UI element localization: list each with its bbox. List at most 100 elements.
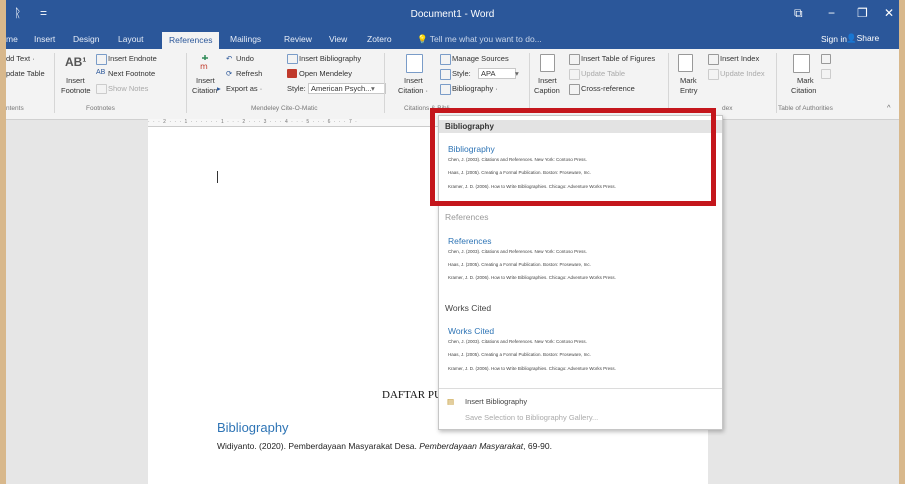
insert-table-of-figures-button[interactable]: Insert Table of Figures xyxy=(581,54,655,63)
ribbon-display-options-icon[interactable]: ⧉ xyxy=(794,6,803,21)
gallery-item-label: Works Cited xyxy=(445,303,492,313)
citation-style-label: Style: xyxy=(452,69,471,78)
add-text-button[interactable]: dd Text · xyxy=(6,54,35,63)
mark-citation-label-2[interactable]: Citation xyxy=(791,86,816,95)
document-bibliography-heading: Bibliography xyxy=(217,420,289,435)
mark-citation-icon xyxy=(793,54,810,73)
group-label-toc: ntents xyxy=(6,105,24,112)
gallery-item-line: Haas, J. (2005). Creating a Formal Publi… xyxy=(448,262,591,267)
insert-endnote-button[interactable]: Insert Endnote xyxy=(108,54,157,63)
mark-entry-icon xyxy=(678,54,693,72)
collapse-ribbon-icon[interactable]: ^ xyxy=(887,103,891,112)
cross-reference-button[interactable]: Cross-reference xyxy=(581,84,635,93)
tab-review[interactable]: Review xyxy=(284,34,312,44)
tab-zotero[interactable]: Zotero xyxy=(367,34,392,44)
mendeley-style-label: Style: xyxy=(287,84,306,93)
undo-button[interactable]: Undo xyxy=(236,54,254,63)
insert-bibliography-button[interactable]: Insert Bibliography xyxy=(299,54,361,63)
next-footnote-button[interactable]: Next Footnote xyxy=(108,69,155,78)
group-divider xyxy=(668,53,669,113)
gallery-item-heading: References xyxy=(448,236,492,246)
group-divider xyxy=(776,53,777,113)
update-index-icon xyxy=(708,69,719,80)
insert-index-icon xyxy=(708,54,719,65)
svg-text:m: m xyxy=(200,62,208,70)
group-label-index: dex xyxy=(722,105,733,112)
mark-citation-label-1[interactable]: Mark xyxy=(797,76,814,85)
next-footnote-icon: AB xyxy=(96,69,106,76)
group-divider xyxy=(54,53,55,113)
document-bibliography-entry: Widiyanto. (2020). Pemberdayaan Masyarak… xyxy=(217,441,552,451)
sign-in-link[interactable]: Sign in xyxy=(821,34,847,44)
gallery-item-line: Haas, J. (2005). Creating a Formal Publi… xyxy=(448,352,591,357)
group-label-footnotes: Footnotes xyxy=(86,105,115,112)
group-divider xyxy=(529,53,530,113)
gallery-divider xyxy=(439,388,722,389)
word-window: ᚱ = Document1 - Word ⧉ − ❐ ✕ me Insert D… xyxy=(6,0,899,484)
manage-sources-icon xyxy=(440,54,451,65)
insert-footnote-label-1[interactable]: Insert xyxy=(66,76,85,85)
horizontal-ruler[interactable]: · · · 2 · · · 1 · · · · · · 1 · · · 2 · … xyxy=(148,119,448,127)
share-button[interactable]: 👤Share xyxy=(846,33,879,44)
open-mendeley-icon xyxy=(287,69,297,78)
mark-entry-label-2[interactable]: Entry xyxy=(680,86,698,95)
tell-me-text: Tell me what you want to do... xyxy=(429,34,542,44)
lightbulb-icon: 💡 xyxy=(417,34,430,44)
citation-style-dropdown[interactable]: APA xyxy=(478,68,517,79)
tab-home[interactable]: me xyxy=(6,34,18,44)
ab-footnote-icon: AB¹ xyxy=(65,55,87,69)
tab-view[interactable]: View xyxy=(329,34,347,44)
group-label-mendeley: Mendeley Cite-O-Matic xyxy=(251,105,318,112)
insert-caption-label-1[interactable]: Insert xyxy=(538,76,557,85)
update-table-of-figures-button: Update Table xyxy=(581,69,626,78)
gallery-item-line: Chen, J. (2003). Citations and Reference… xyxy=(448,339,587,344)
group-divider xyxy=(384,53,385,113)
maximize-button[interactable]: ❐ xyxy=(857,6,868,20)
insert-authorities-icon[interactable] xyxy=(821,54,831,64)
tab-layout[interactable]: Layout xyxy=(118,34,144,44)
text-cursor xyxy=(217,171,218,183)
tab-insert[interactable]: Insert xyxy=(34,34,55,44)
gallery-item-line: Kramer, J. D. (2006). How to Write Bibli… xyxy=(448,366,616,371)
daftar-pustaka-heading: DAFTAR PU xyxy=(382,389,442,401)
tab-references[interactable]: References xyxy=(162,32,220,49)
cross-reference-icon xyxy=(569,84,580,95)
gallery-item-line: Chen, J. (2003). Citations and Reference… xyxy=(448,249,587,254)
table-of-figures-icon xyxy=(569,54,580,65)
insert-footnote-label-2[interactable]: Footnote xyxy=(61,86,91,95)
update-table-button[interactable]: pdate Table xyxy=(6,69,45,78)
insert-caption-icon xyxy=(540,54,555,72)
export-as-button[interactable]: Export as · xyxy=(226,84,262,93)
chevron-down-icon[interactable]: ▾ xyxy=(371,84,375,93)
person-icon: 👤 xyxy=(846,33,857,43)
tell-me-search[interactable]: 💡 Tell me what you want to do... xyxy=(417,34,542,45)
minimize-button[interactable]: − xyxy=(828,6,835,20)
insert-bibliography-menu-icon: ▤ xyxy=(447,397,455,406)
refresh-button[interactable]: Refresh xyxy=(236,69,262,78)
gallery-item-label: References xyxy=(445,212,489,222)
title-bar: ᚱ = Document1 - Word ⧉ − ❐ ✕ xyxy=(6,0,899,32)
mendeley-insert-citation-icon: m xyxy=(199,54,211,71)
mendeley-insert-citation-label-1[interactable]: Insert xyxy=(196,76,215,85)
show-notes-icon xyxy=(96,84,107,94)
open-mendeley-button[interactable]: Open Mendeley xyxy=(299,69,352,78)
insert-caption-label-2[interactable]: Caption xyxy=(534,86,560,95)
update-table-icon xyxy=(569,69,580,80)
tab-design[interactable]: Design xyxy=(73,34,99,44)
insert-index-button[interactable]: Insert Index xyxy=(720,54,759,63)
insert-bibliography-menu-item[interactable]: Insert Bibliography xyxy=(465,397,527,406)
manage-sources-button[interactable]: Manage Sources xyxy=(452,54,509,63)
mark-entry-label-1[interactable]: Mark xyxy=(680,76,697,85)
chevron-down-icon[interactable]: ▾ xyxy=(515,69,519,78)
style-icon xyxy=(440,69,451,80)
update-authorities-icon xyxy=(821,69,831,79)
bibliography-dropdown-button[interactable]: Bibliography · xyxy=(452,84,498,93)
highlight-box xyxy=(430,108,716,206)
insert-citation-label-2[interactable]: Citation · xyxy=(398,86,428,95)
tab-mailings[interactable]: Mailings xyxy=(230,34,261,44)
close-button[interactable]: ✕ xyxy=(884,6,894,20)
ribbon-tabs: me Insert Design Layout References Maili… xyxy=(6,32,899,49)
insert-citation-label-1[interactable]: Insert xyxy=(404,76,423,85)
group-divider xyxy=(186,53,187,113)
mendeley-insert-citation-label-2[interactable]: Citation xyxy=(192,86,217,95)
